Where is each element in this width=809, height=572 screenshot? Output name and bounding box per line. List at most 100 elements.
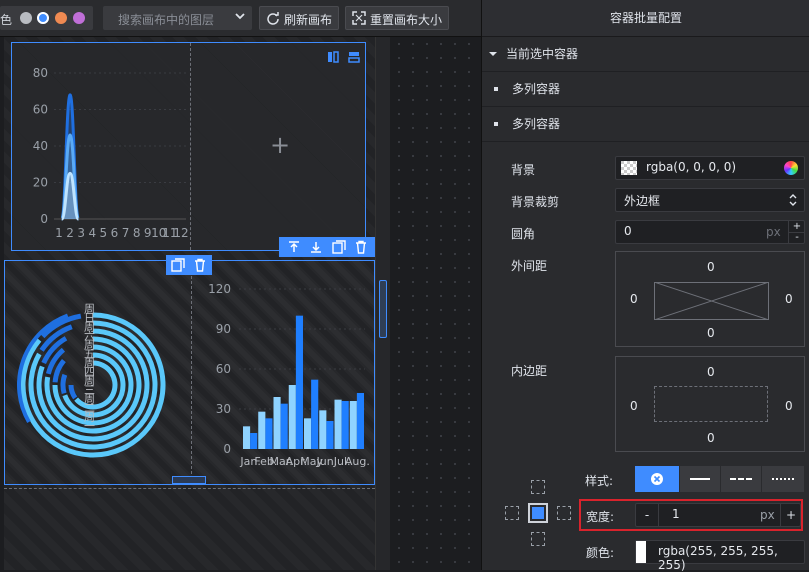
- background-color-field[interactable]: rgba(0, 0, 0, 0): [615, 156, 805, 180]
- border-style-solid-button[interactable]: [680, 466, 720, 492]
- bar: [319, 410, 327, 449]
- border-all-selector[interactable]: [528, 503, 548, 523]
- container-list-item[interactable]: 多列容器: [482, 72, 809, 107]
- search-placeholder: 搜索画布中的图层: [118, 13, 215, 27]
- background-color-value: rgba(0, 0, 0, 0): [646, 160, 737, 174]
- multi-column-container-2[interactable]: 周日周六周五周四周三周二周一 0 30 60 90 120 Jan. Feb. Mar. Apr…: [4, 260, 375, 485]
- y-tick-label: 30: [216, 402, 231, 416]
- x-tick-label: 12: [173, 226, 188, 240]
- border-style-label: 样式:: [585, 474, 614, 488]
- increment-button[interactable]: +: [788, 221, 805, 232]
- columns-layout-icon[interactable]: [327, 51, 339, 63]
- width-increment-button[interactable]: +: [780, 504, 801, 526]
- column-divider: [191, 261, 192, 484]
- reset-canvas-size-button[interactable]: 重置画布大小: [345, 6, 449, 30]
- border-radius-input[interactable]: 0 px + -: [615, 220, 805, 244]
- chevron-down-icon: [235, 13, 245, 20]
- rows-layout-icon[interactable]: [348, 51, 360, 63]
- bar: [265, 418, 273, 449]
- border-bottom-selector[interactable]: [531, 532, 545, 546]
- current-container-section[interactable]: 当前选中容器: [482, 37, 809, 72]
- border-width-stepper[interactable]: - 1 px +: [635, 503, 801, 527]
- container-item-label: 多列容器: [512, 117, 561, 131]
- x-tick-label: 7: [122, 226, 130, 240]
- border-style-dashed-button[interactable]: [721, 466, 761, 492]
- container-toolbar: [166, 255, 212, 275]
- bar: [243, 426, 251, 449]
- theme-color-purple[interactable]: [73, 12, 85, 24]
- theme-color-gray[interactable]: [20, 12, 32, 24]
- theme-color-orange[interactable]: [55, 12, 67, 24]
- scrollbar-thumb[interactable]: [379, 280, 387, 338]
- bar: [341, 401, 349, 449]
- border-style-none-button[interactable]: [635, 466, 679, 492]
- move-bottom-icon[interactable]: [309, 240, 323, 254]
- move-top-icon[interactable]: [287, 240, 301, 254]
- margin-right-input[interactable]: 0: [785, 292, 793, 306]
- refresh-canvas-button[interactable]: 刷新画布: [259, 6, 339, 30]
- copy-icon[interactable]: [171, 258, 185, 272]
- color-swatch: [636, 541, 646, 563]
- bar: [304, 418, 312, 449]
- width-decrement-button[interactable]: -: [636, 504, 659, 526]
- x-tick-label: 3: [77, 226, 85, 240]
- add-widget-button[interactable]: +: [270, 131, 290, 159]
- decrement-button[interactable]: -: [788, 232, 805, 244]
- layer-search-input[interactable]: 搜索画布中的图层: [103, 6, 252, 30]
- delete-icon[interactable]: [354, 240, 368, 254]
- border-color-value: rgba(255, 255, 255, 255): [658, 544, 778, 572]
- multi-column-container-1[interactable]: + 0 20 40 60 80 1 2 3 4 5 6 7 8 9 10 11 12: [11, 42, 366, 251]
- bar: [280, 403, 288, 449]
- area-chart: 0204060801 2 3 4 5 6 7 8 9 101112: [33, 66, 189, 240]
- border-width-value[interactable]: 1: [672, 507, 680, 521]
- stage-divider: [4, 488, 375, 489]
- bullet-icon: [494, 122, 498, 126]
- margin-left-input[interactable]: 0: [630, 292, 638, 306]
- border-right-selector[interactable]: [557, 506, 571, 520]
- margin-bottom-input[interactable]: 0: [707, 326, 715, 340]
- padding-label: 内边距: [511, 364, 548, 378]
- border-radius-unit: px: [766, 225, 781, 239]
- bar: [311, 379, 319, 449]
- bar: [326, 421, 334, 449]
- radial-bar: [60, 373, 68, 394]
- x-tick-label: 4: [88, 226, 96, 240]
- padding-editor: 0 0 0 0: [615, 356, 805, 452]
- padding-left-input[interactable]: 0: [630, 399, 638, 413]
- border-color-field[interactable]: rgba(255, 255, 255, 255): [635, 540, 805, 572]
- current-container-label: 当前选中容器: [506, 47, 579, 61]
- container-batch-config-panel: 容器批量配置 当前选中容器 多列容器 多列容器 背景 rgba(0, 0, 0,…: [481, 0, 809, 572]
- background-clip-select[interactable]: 外边框: [615, 188, 805, 212]
- bar-chart: 0306090120Jan.Feb.Mar.Apr.MayJun.Jul.Aug…: [208, 282, 370, 468]
- margin-top-input[interactable]: 0: [707, 260, 715, 274]
- background-clip-label: 背景裁剪: [511, 195, 560, 209]
- bar: [295, 315, 303, 449]
- resize-handle[interactable]: [172, 476, 206, 484]
- border-color-label: 颜色:: [586, 546, 615, 560]
- container-list-item[interactable]: 多列容器: [482, 107, 809, 142]
- radial-bar: [68, 384, 78, 400]
- color-swatch: [621, 161, 637, 175]
- select-arrows-icon: [789, 194, 797, 206]
- x-tick-label: 8: [133, 226, 141, 240]
- bar: [334, 399, 342, 449]
- border-top-selector[interactable]: [531, 480, 545, 494]
- y-tick-label: 60: [216, 362, 231, 376]
- close-circle-icon: [651, 473, 663, 485]
- padding-right-input[interactable]: 0: [785, 399, 793, 413]
- panel-title: 容器批量配置: [482, 0, 809, 37]
- x-tick-label: 6: [111, 226, 119, 240]
- padding-bottom-input[interactable]: 0: [707, 431, 715, 445]
- radial-bar-chart: 周日周六周五周四周三周二周一: [17, 303, 166, 458]
- border-radius-value: 0: [624, 224, 632, 238]
- theme-color-blue[interactable]: [37, 12, 49, 24]
- refresh-icon: [267, 12, 279, 25]
- y-tick-label: 60: [33, 103, 48, 117]
- bar: [273, 397, 281, 449]
- color-picker-icon[interactable]: [784, 161, 798, 175]
- delete-icon[interactable]: [193, 258, 207, 272]
- border-style-dotted-button[interactable]: [762, 466, 804, 492]
- copy-icon[interactable]: [332, 240, 346, 254]
- border-left-selector[interactable]: [505, 506, 519, 520]
- padding-top-input[interactable]: 0: [707, 365, 715, 379]
